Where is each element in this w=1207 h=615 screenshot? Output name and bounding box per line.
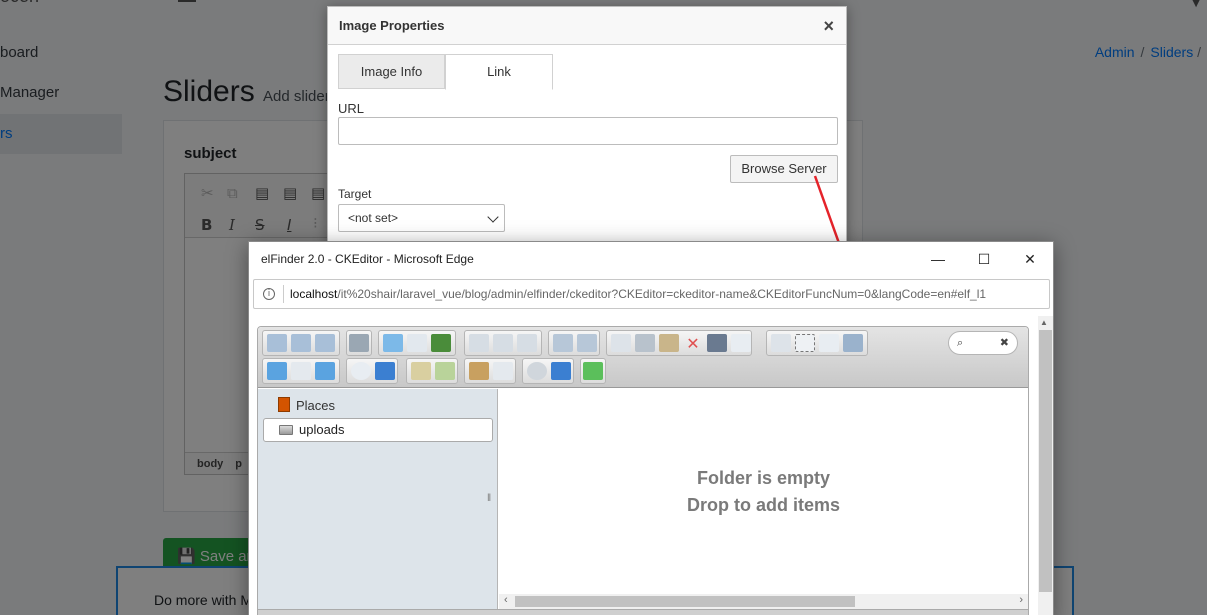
back-icon[interactable]	[267, 334, 287, 352]
uploads-volume[interactable]: uploads	[263, 418, 493, 442]
close-window-icon[interactable]: ✕	[1021, 250, 1039, 268]
target-select[interactable]: <not set>	[338, 204, 505, 232]
edge-window-title: elFinder 2.0 - CKEditor - Microsoft Edge	[261, 252, 474, 266]
address-host: localhost	[290, 287, 338, 301]
tab-image-info[interactable]: Image Info	[338, 54, 445, 89]
info-icon[interactable]: i	[263, 288, 275, 300]
elfinder-file-manager: ✕ ⌕ ✖ Places uploads ‖ Folder is empty D…	[257, 326, 1029, 615]
scroll-left-icon[interactable]: ‹	[504, 594, 508, 606]
sort-icon[interactable]	[493, 362, 513, 380]
elfinder-statusbar	[258, 609, 1028, 615]
archive-group	[406, 358, 458, 384]
search-icon: ⌕	[957, 336, 964, 349]
address-url[interactable]: localhost/it%20shair/laravel_vue/blog/ad…	[290, 287, 1048, 301]
new-file-icon[interactable]	[407, 334, 427, 352]
info-group	[346, 358, 398, 384]
help-icon[interactable]	[551, 362, 571, 380]
page-vertical-scrollbar[interactable]: ▲ ▼	[1038, 316, 1053, 615]
scroll-right-icon[interactable]: ›	[1019, 594, 1023, 606]
rename-icon[interactable]	[795, 334, 815, 352]
copy-file-icon[interactable]	[611, 334, 631, 352]
browse-server-button[interactable]: Browse Server	[730, 155, 838, 183]
edge-popup-window: elFinder 2.0 - CKEditor - Microsoft Edge…	[248, 241, 1054, 615]
address-path: /it%20shair/laravel_vue/blog/admin/elfin…	[337, 287, 987, 301]
empty-icon[interactable]	[731, 334, 751, 352]
create-group	[378, 330, 456, 356]
small-icons-view-icon[interactable]	[291, 362, 311, 380]
select-icon[interactable]	[517, 334, 537, 352]
icons-view-icon[interactable]	[267, 362, 287, 380]
resize-icon[interactable]	[843, 334, 863, 352]
reload-group	[346, 330, 372, 356]
undo-group	[548, 330, 600, 356]
preview-eye-icon[interactable]	[351, 362, 371, 380]
address-bar[interactable]: i localhost/it%20shair/laravel_vue/blog/…	[253, 279, 1050, 309]
list-group	[464, 358, 516, 384]
list-view-icon[interactable]	[469, 362, 489, 380]
target-select-value: <not set>	[348, 211, 399, 225]
tree-view-icon[interactable]	[315, 362, 335, 380]
download-icon[interactable]	[493, 334, 513, 352]
trash-icon[interactable]	[707, 334, 727, 352]
url-input[interactable]	[338, 117, 838, 145]
settings-icon[interactable]	[527, 362, 547, 380]
address-divider	[283, 285, 284, 303]
archive-icon[interactable]	[435, 362, 455, 380]
delete-icon[interactable]: ✕	[683, 334, 703, 353]
scroll-up-icon[interactable]: ▲	[1040, 318, 1048, 327]
edit-group: ✕	[606, 330, 752, 356]
elfinder-workzone[interactable]: Folder is empty Drop to add items	[499, 389, 1028, 594]
dialog-title: Image Properties	[339, 18, 445, 33]
empty-folder-message: Folder is empty Drop to add items	[499, 465, 1028, 519]
places-section[interactable]: Places	[278, 397, 335, 413]
upload-icon[interactable]	[431, 334, 451, 352]
uploads-label: uploads	[299, 422, 345, 437]
dialog-titlebar[interactable]: Image Properties ×	[328, 7, 846, 45]
close-icon[interactable]: ×	[823, 16, 834, 37]
page-scroll-thumb[interactable]	[1039, 330, 1052, 592]
duplicate-icon[interactable]	[771, 334, 791, 352]
file-ops-group	[766, 330, 868, 356]
clear-search-icon[interactable]: ✖	[1000, 336, 1009, 349]
forward-icon[interactable]	[291, 334, 311, 352]
url-label: URL	[338, 101, 365, 116]
undo-icon[interactable]	[553, 334, 573, 352]
view-group	[262, 358, 340, 384]
places-icon	[278, 397, 290, 412]
cut-file-icon[interactable]	[635, 334, 655, 352]
target-label: Target	[338, 187, 372, 201]
open-icon[interactable]	[469, 334, 489, 352]
disk-icon	[279, 425, 293, 435]
edge-titlebar[interactable]: elFinder 2.0 - CKEditor - Microsoft Edge…	[249, 242, 1053, 276]
elfinder-navbar: Places uploads ‖	[258, 389, 498, 615]
fullscreen-icon[interactable]	[583, 362, 603, 380]
minimize-icon[interactable]: —	[929, 250, 947, 268]
elfinder-toolbar: ✕ ⌕ ✖	[258, 327, 1028, 388]
chevron-down-icon	[487, 211, 499, 223]
tab-link[interactable]: Link	[445, 54, 553, 90]
extract-icon[interactable]	[411, 362, 431, 380]
up-icon[interactable]	[315, 334, 335, 352]
edit-file-icon[interactable]	[819, 334, 839, 352]
empty-line-1: Folder is empty	[696, 468, 831, 488]
nav-resize-handle[interactable]: ‖	[487, 493, 491, 504]
paste-file-icon[interactable]	[659, 334, 679, 352]
open-group	[464, 330, 542, 356]
places-label: Places	[296, 398, 336, 413]
workzone-scroll-thumb[interactable]	[515, 596, 855, 607]
redo-icon[interactable]	[577, 334, 597, 352]
new-folder-icon[interactable]	[383, 334, 403, 352]
fullscreen-group	[580, 358, 606, 384]
elfinder-search[interactable]: ⌕ ✖	[948, 331, 1018, 355]
maximize-icon[interactable]: ☐	[975, 250, 993, 268]
file-info-icon[interactable]	[375, 362, 395, 380]
reload-icon[interactable]	[349, 334, 369, 352]
history-group	[262, 330, 340, 356]
empty-line-2: Drop to add items	[686, 495, 840, 515]
image-properties-dialog: Image Properties × Image Info Link URL B…	[327, 6, 847, 256]
workzone-horizontal-scrollbar[interactable]: ‹ ›	[499, 594, 1028, 609]
help-group	[522, 358, 574, 384]
